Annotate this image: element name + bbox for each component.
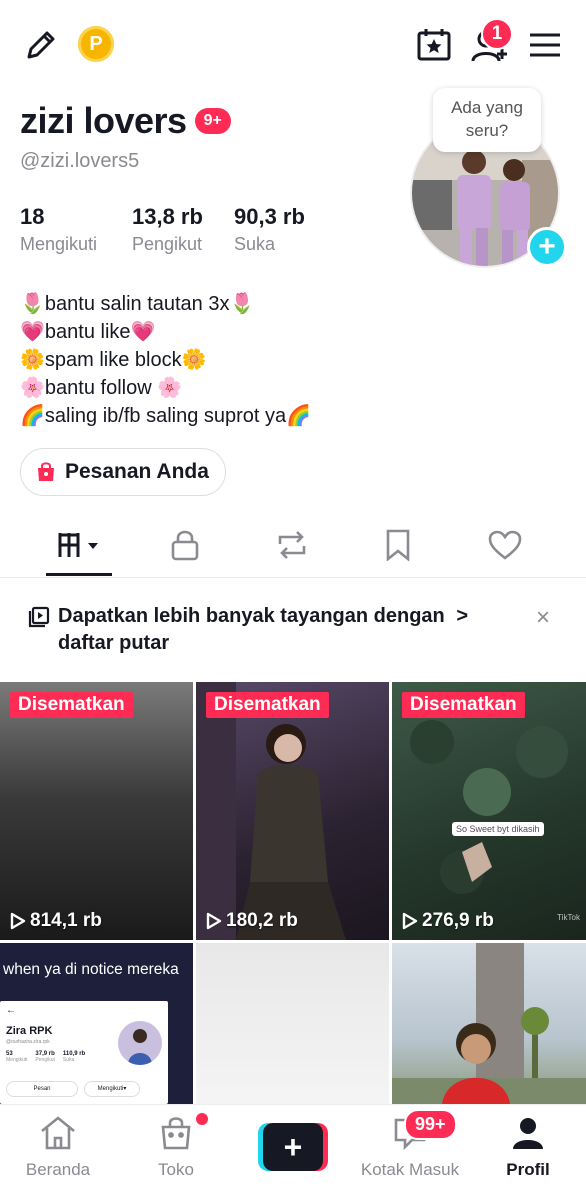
stat-likes-label: Suka	[234, 234, 276, 254]
inner-avatar	[118, 1021, 162, 1065]
tiktok-watermark: TikTok	[557, 913, 580, 922]
inner-profile-stats: 53 Mengikuti 37,9 rb Pengikut 110,9 rb Suka	[6, 1051, 85, 1063]
video-caption: when ya di notice mereka	[3, 961, 179, 978]
view-count-value: 276,9 rb	[422, 910, 494, 931]
play-icon	[10, 912, 26, 930]
nav-home[interactable]: Beranda	[8, 1115, 108, 1180]
play-icon	[206, 912, 222, 930]
video-thumbnail[interactable]	[196, 943, 389, 1104]
name-badge[interactable]: 9+	[194, 108, 231, 134]
promo-line-1: Dapatkan lebih banyak tayangan dengan	[58, 605, 445, 627]
your-orders-button[interactable]: Pesanan Anda	[20, 448, 226, 496]
inbox-badge: 99+	[404, 1109, 457, 1140]
top-bar: P 1	[0, 0, 586, 90]
video-sticker: So Sweet byt dikasih	[452, 822, 544, 836]
video-thumbnail[interactable]: Disematkan 814,1 rb	[0, 682, 193, 940]
inner-message-button: Pesan	[6, 1081, 78, 1097]
nav-home-label: Beranda	[25, 1160, 91, 1179]
close-icon[interactable]: ×	[536, 604, 550, 632]
grid-icon	[58, 533, 98, 557]
create-button[interactable]: +	[258, 1123, 328, 1171]
your-orders-label: Pesanan Anda	[65, 460, 209, 483]
tab-liked[interactable]	[475, 512, 535, 578]
bio-line: 🌼spam like block🌼	[20, 349, 207, 371]
inner-profile-handle: @ourhazira.zira.rpk	[6, 1039, 50, 1045]
stat-likes[interactable]: 90,3 rb Suka	[234, 204, 324, 255]
tab-videos[interactable]	[46, 512, 112, 578]
bio-line: 🌸bantu follow 🌸	[20, 377, 183, 399]
nav-profile[interactable]: Profil	[478, 1115, 578, 1180]
tab-reposts[interactable]	[262, 512, 322, 578]
video-thumbnail[interactable]: So Sweet byt dikasih TikTok Disematkan 2…	[392, 682, 586, 940]
inner-following-button: Mengikuti▾	[84, 1081, 140, 1097]
playlist-promo-text: Dapatkan lebih banyak tayangan dengan > …	[58, 603, 508, 657]
video-thumbnail[interactable]: when ya di notice mereka ← Zira RPK @our…	[0, 943, 193, 1104]
profile-handle: @zizi.lovers5	[20, 150, 140, 172]
video-thumbnail[interactable]: Disematkan 180,2 rb	[196, 682, 389, 940]
pinned-badge: Disematkan	[10, 692, 133, 718]
nav-inbox-label: Kotak Masuk	[360, 1160, 460, 1179]
bio-line: 💗bantu like💗	[20, 321, 156, 343]
profile-name: zizi lovers	[20, 100, 187, 141]
stat-followers[interactable]: 13,8 rb Pengikut	[132, 204, 212, 255]
view-count-value: 180,2 rb	[226, 910, 298, 931]
stat-following[interactable]: 18 Mengikuti	[20, 204, 110, 255]
profile-screenshot: ← Zira RPK @ourhazira.zira.rpk 53 Mengiku…	[0, 1001, 168, 1104]
promo-line-2: daftar putar	[58, 632, 170, 654]
tab-favorites[interactable]	[368, 512, 428, 578]
video-thumbnail[interactable]	[392, 943, 586, 1104]
nav-shop-label: Toko	[158, 1160, 194, 1179]
chevron-right-icon[interactable]: >	[456, 605, 468, 627]
add-story-button[interactable]: +	[527, 227, 567, 267]
inner-profile-name: Zira RPK	[6, 1025, 53, 1037]
home-icon	[41, 1116, 75, 1150]
stat-followers-label: Pengikut	[132, 234, 203, 254]
heart-icon	[488, 530, 522, 560]
play-icon	[402, 912, 418, 930]
menu-icon[interactable]	[527, 30, 563, 60]
profile-icon	[513, 1118, 543, 1149]
lock-icon	[171, 530, 199, 561]
shop-bag-icon	[161, 1117, 191, 1150]
content-tabs	[0, 512, 586, 578]
profile-stats: 18 Mengikuti 13,8 rb Pengikut 90,3 rb Su…	[20, 204, 346, 255]
avatar-prompt-bubble[interactable]: Ada yang seru?	[433, 88, 541, 152]
bookmark-icon	[386, 529, 410, 561]
notification-badge: 1	[481, 18, 513, 50]
view-count: 276,9 rb	[402, 910, 494, 932]
stat-likes-value: 90,3 rb	[234, 204, 305, 229]
view-count: 180,2 rb	[206, 910, 298, 932]
nav-shop[interactable]: Toko	[126, 1115, 226, 1180]
inner-stat-label: Suka	[62, 1057, 75, 1063]
bio-line: 🌷bantu salin tautan 3x🌷	[20, 293, 255, 315]
stat-following-value: 18	[20, 204, 45, 229]
shop-notification-dot	[196, 1113, 208, 1125]
bottom-navigation: Beranda Toko + Kotak Masuk 99+ Profil	[0, 1104, 586, 1200]
repost-icon	[278, 531, 306, 559]
profile-bio: 🌷bantu salin tautan 3x🌷 💗bantu like💗 🌼sp…	[20, 290, 311, 430]
calendar-star-icon[interactable]	[415, 26, 453, 64]
tab-private[interactable]	[155, 512, 215, 578]
active-tab-indicator	[46, 573, 112, 576]
shopping-bag-icon	[38, 462, 54, 481]
stat-following-label: Mengikuti	[20, 234, 98, 254]
coin-icon[interactable]: P	[78, 26, 114, 62]
stat-followers-value: 13,8 rb	[132, 204, 203, 229]
edit-pencil-icon[interactable]	[22, 26, 60, 64]
plus-icon: +	[263, 1123, 323, 1171]
inner-stat-label: Mengikuti	[6, 1057, 28, 1063]
view-count: 814,1 rb	[10, 910, 102, 932]
pinned-badge: Disematkan	[402, 692, 525, 718]
view-count-value: 814,1 rb	[30, 910, 102, 931]
pinned-badge: Disematkan	[206, 692, 329, 718]
playlist-icon	[28, 606, 50, 628]
bubble-line-2: seru?	[465, 121, 509, 140]
bio-line: 🌈saling ib/fb saling suprot ya🌈	[20, 405, 312, 427]
profile-name-row: zizi lovers 9+	[20, 100, 231, 142]
inner-stat-label: Pengikut	[35, 1057, 55, 1063]
nav-profile-label: Profil	[506, 1160, 550, 1179]
bubble-line-1: Ada yang	[451, 98, 523, 117]
